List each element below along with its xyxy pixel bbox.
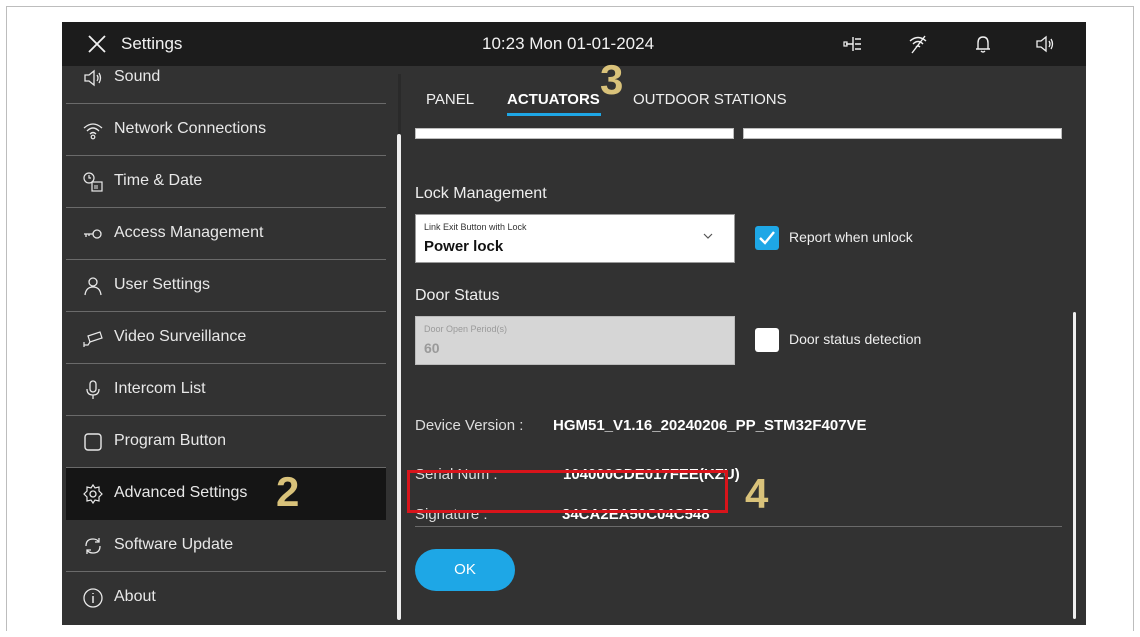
sidebar-item-user-settings[interactable]: User Settings bbox=[66, 260, 386, 312]
sidebar-item-label: Video Surveillance bbox=[114, 328, 247, 345]
main-scrollbar[interactable] bbox=[1073, 312, 1076, 619]
sidebar-item-label: Network Connections bbox=[114, 120, 267, 137]
speaker-icon bbox=[84, 69, 102, 87]
sidebar-item-label: Program Button bbox=[114, 432, 227, 449]
camera-icon bbox=[83, 331, 103, 347]
info-icon bbox=[83, 588, 103, 608]
device-screen: Settings 10:23 Mon 01-01-2024 Sound Netw… bbox=[62, 22, 1086, 625]
annotation-number-2: 2 bbox=[276, 468, 300, 515]
door-status-detection-label: Door status detection bbox=[789, 331, 922, 347]
key-icon bbox=[84, 229, 102, 239]
sidebar-item-intercom-list[interactable]: Intercom List bbox=[66, 364, 386, 416]
field-label: Door Open Period(s) bbox=[424, 324, 508, 334]
section-title-lock-management: Lock Management bbox=[415, 185, 547, 202]
sidebar-item-label: Advanced Settings bbox=[114, 484, 248, 501]
signature-highlight-box bbox=[407, 470, 728, 513]
sidebar-item-software-update[interactable]: Software Update bbox=[66, 520, 386, 572]
device-version-value: HGM51_V1.16_20240206_PP_STM32F407VE bbox=[553, 417, 867, 434]
sidebar-item-time-date[interactable]: Time & Date bbox=[66, 156, 386, 208]
report-when-unlock-checkbox[interactable] bbox=[755, 226, 779, 250]
main-panel: PANEL ACTUATORS OUTDOOR STATIONS Lock Ma… bbox=[402, 66, 1086, 625]
sidebar-item-label: Access Management bbox=[114, 224, 264, 241]
user-icon bbox=[84, 277, 102, 296]
sidebar-item-advanced-settings[interactable]: Advanced Settings bbox=[66, 468, 386, 520]
sidebar-item-video-surveillance[interactable]: Video Surveillance bbox=[66, 312, 386, 364]
sidebar-item-about[interactable]: About bbox=[66, 572, 386, 624]
partial-input-field[interactable] bbox=[743, 128, 1062, 139]
bell-icon[interactable] bbox=[972, 33, 994, 55]
sidebar-item-label: Time & Date bbox=[114, 172, 203, 189]
refresh-icon bbox=[85, 538, 101, 554]
door-status-detection-checkbox[interactable] bbox=[755, 328, 779, 352]
microphone-icon bbox=[86, 380, 100, 399]
network-topology-icon[interactable] bbox=[842, 33, 864, 55]
field-value: Power lock bbox=[424, 238, 504, 255]
sidebar-item-label: About bbox=[114, 588, 156, 605]
annotation-number-3: 3 bbox=[600, 56, 624, 103]
ok-button[interactable]: OK bbox=[415, 549, 515, 591]
sidebar-item-network-connections[interactable]: Network Connections bbox=[66, 104, 386, 156]
active-tab-indicator bbox=[507, 113, 601, 116]
field-label: Link Exit Button with Lock bbox=[424, 222, 527, 232]
speaker-icon[interactable] bbox=[1034, 33, 1056, 55]
field-value: 60 bbox=[424, 340, 440, 356]
sidebar-item-program-button[interactable]: Program Button bbox=[66, 416, 386, 468]
link-exit-button-select[interactable]: Link Exit Button with Lock Power lock bbox=[415, 214, 735, 263]
checkmark-icon bbox=[759, 231, 775, 245]
section-title-door-status: Door Status bbox=[415, 287, 500, 304]
sidebar-scrollbar[interactable] bbox=[397, 134, 401, 620]
partial-input-field[interactable] bbox=[415, 128, 734, 139]
tab-panel[interactable]: PANEL bbox=[426, 91, 474, 108]
device-version-label: Device Version : bbox=[415, 417, 524, 434]
sidebar-item-access-management[interactable]: Access Management bbox=[66, 208, 386, 260]
sidebar-item-label: Sound bbox=[114, 68, 161, 85]
annotation-number-4: 4 bbox=[745, 470, 769, 517]
divider bbox=[415, 526, 1062, 527]
wifi-off-icon[interactable] bbox=[907, 33, 929, 55]
square-button-icon bbox=[84, 433, 102, 451]
chevron-down-icon bbox=[703, 233, 713, 239]
door-open-period-field: Door Open Period(s) 60 bbox=[415, 316, 735, 365]
gear-icon bbox=[83, 483, 103, 505]
tab-actuators[interactable]: ACTUATORS bbox=[507, 91, 600, 108]
page-title: Settings bbox=[121, 34, 183, 53]
sidebar-item-label: User Settings bbox=[114, 276, 211, 293]
sidebar: Sound Network Connections Time & Date Ac… bbox=[62, 66, 386, 625]
tab-outdoor-stations[interactable]: OUTDOOR STATIONS bbox=[633, 91, 787, 108]
sidebar-item-label: Software Update bbox=[114, 536, 234, 553]
network-icon bbox=[83, 123, 103, 140]
clock-datetime: 10:23 Mon 01-01-2024 bbox=[482, 34, 655, 53]
sidebar-item-label: Intercom List bbox=[114, 380, 206, 397]
report-when-unlock-label: Report when unlock bbox=[789, 229, 913, 245]
clock-calendar-icon bbox=[83, 172, 103, 192]
sidebar-item-sound[interactable]: Sound bbox=[66, 52, 386, 104]
